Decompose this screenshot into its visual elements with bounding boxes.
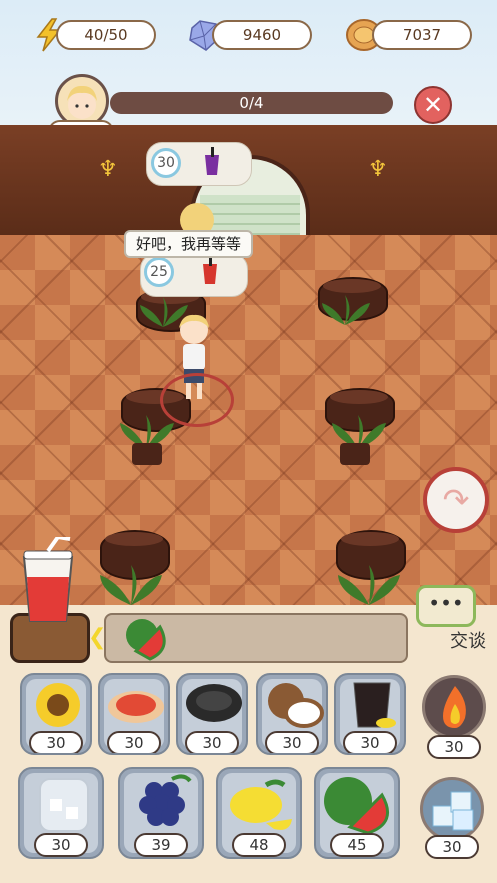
- purple-drink-icon: [200, 147, 224, 181]
- tomato-plate-icon: [108, 691, 164, 723]
- ingredient-count: 30: [185, 731, 239, 753]
- plant-icon: [318, 295, 372, 325]
- ingredient-count: 45: [330, 833, 384, 857]
- order-progress-bar: 0/4: [110, 92, 393, 114]
- cola-glass-icon: [353, 682, 396, 728]
- wall-lamp-left: ♆: [98, 157, 118, 182]
- table-base: [340, 443, 370, 465]
- watermelon-icon: [324, 777, 390, 833]
- fire-slot[interactable]: [422, 675, 486, 739]
- plant-icon: [116, 415, 174, 449]
- ingredient-count: 30: [265, 731, 319, 753]
- ingredient-slot-cola[interactable]: 30: [334, 673, 406, 755]
- ingredient-slot-lemon[interactable]: 48: [216, 767, 302, 859]
- arrow-curve-icon: ↷: [442, 481, 470, 519]
- ingredient-panel: ❮❮ ••• 交谈 30 30 30 30 30 30 30 39 48: [0, 534, 497, 883]
- wall-lamp-right: ♆: [368, 157, 388, 182]
- coconut-icon: [268, 683, 324, 728]
- ingredient-count: 30: [107, 731, 161, 753]
- ingredient-slot-tomato[interactable]: 30: [98, 673, 170, 755]
- ingredient-slot-coconut[interactable]: 30: [256, 673, 328, 755]
- cafe-room: ♆ ♆ 30 25 好吧，我再等等 ↷: [0, 125, 497, 605]
- energy-counter: 40/50: [56, 20, 156, 50]
- talk-label: 交谈: [450, 631, 486, 652]
- plant-icon: [328, 415, 386, 449]
- ingredient-count: 48: [232, 833, 286, 857]
- plant-icon: [334, 565, 400, 605]
- ingredient-count: 30: [29, 731, 83, 753]
- quit-button[interactable]: ✕: [414, 86, 452, 124]
- ingredient-count: 30: [427, 735, 481, 759]
- fire-icon: [443, 686, 466, 728]
- ingredient-count: 30: [343, 731, 397, 753]
- ingredient-slot-sunflower[interactable]: 30: [20, 673, 92, 755]
- selection-ring: [160, 373, 234, 427]
- ingredient-count: 39: [134, 833, 188, 857]
- coin-counter: 7037: [372, 20, 472, 50]
- gem-counter: 9460: [212, 20, 312, 50]
- close-icon: ✕: [422, 91, 444, 119]
- lemon-icon: [230, 779, 292, 830]
- ice-jar-icon: [39, 778, 89, 832]
- speech-bubble: 好吧，我再等等: [124, 230, 254, 258]
- ingredient-slot-watermelon[interactable]: 45: [314, 767, 400, 859]
- ingredient-slot-oreo[interactable]: 30: [176, 673, 248, 755]
- sunflower-icon: [36, 683, 80, 727]
- oreo-icon: [186, 684, 242, 722]
- grapes-icon: [139, 774, 192, 826]
- order-progress-text: 0/4: [239, 94, 264, 112]
- watermelon-icon: [120, 613, 178, 665]
- plant-icon: [96, 565, 162, 605]
- ingredient-count: 30: [34, 833, 88, 857]
- table-base: [132, 443, 162, 465]
- ice-cubes-icon: [432, 791, 474, 831]
- wait-timer: 30: [151, 148, 181, 178]
- ingredient-slot-grapes[interactable]: 39: [118, 767, 204, 859]
- ice-cubes-slot[interactable]: [420, 777, 484, 841]
- drink-cup-icon[interactable]: [18, 534, 78, 631]
- chat-bubble-icon: •••: [416, 585, 476, 627]
- wait-timer: 25: [144, 257, 174, 287]
- ingredient-slot-ice-jar[interactable]: 30: [18, 767, 104, 859]
- redo-button[interactable]: ↷: [423, 467, 489, 533]
- red-drink-icon: [198, 254, 222, 290]
- top-hud: 40/50 9460 7037 0/4 2/4 ★ 2 ★★ 3 ★★★ 4 ✕…: [0, 0, 497, 144]
- talk-button[interactable]: ••• 交谈: [410, 585, 490, 655]
- ingredient-count: 30: [425, 835, 479, 859]
